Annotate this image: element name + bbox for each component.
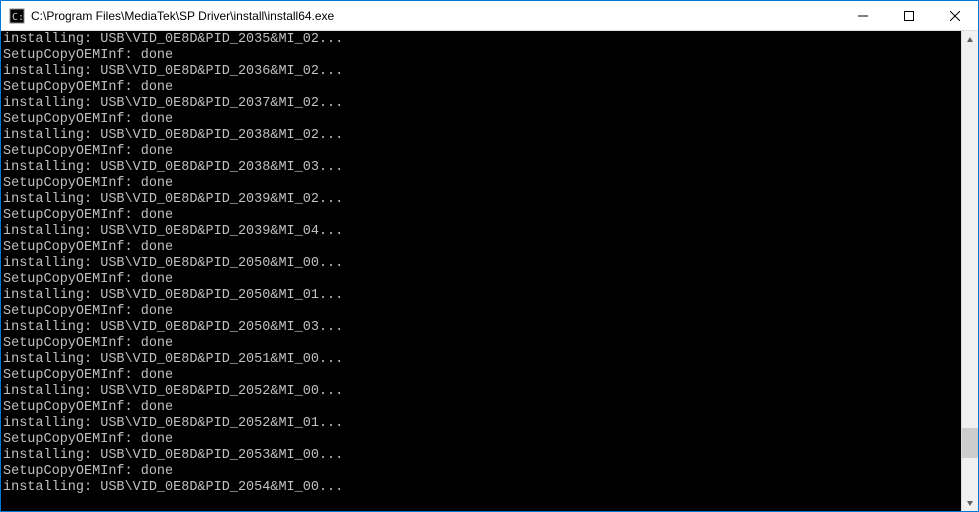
scroll-thumb[interactable] (962, 428, 978, 458)
console-line: SetupCopyOEMInf: done (3, 272, 959, 288)
maximize-button[interactable] (886, 1, 932, 30)
console-line: installing: USB\VID_0E8D&PID_2050&MI_03.… (3, 320, 959, 336)
window-title: C:\Program Files\MediaTek\SP Driver\inst… (31, 9, 840, 23)
console-line: SetupCopyOEMInf: done (3, 368, 959, 384)
console-line: installing: USB\VID_0E8D&PID_2054&MI_00.… (3, 480, 959, 496)
console-line: SetupCopyOEMInf: done (3, 336, 959, 352)
scroll-down-arrow-icon[interactable] (962, 494, 978, 511)
console-line: installing: USB\VID_0E8D&PID_2039&MI_04.… (3, 224, 959, 240)
window-titlebar: C: C:\Program Files\MediaTek\SP Driver\i… (1, 1, 978, 31)
console-line: installing: USB\VID_0E8D&PID_2052&MI_01.… (3, 416, 959, 432)
console-line: installing: USB\VID_0E8D&PID_2051&MI_00.… (3, 352, 959, 368)
console-line: SetupCopyOEMInf: done (3, 208, 959, 224)
console-line: installing: USB\VID_0E8D&PID_2050&MI_01.… (3, 288, 959, 304)
console-line: installing: USB\VID_0E8D&PID_2036&MI_02.… (3, 64, 959, 80)
console-line: SetupCopyOEMInf: done (3, 144, 959, 160)
console-line: SetupCopyOEMInf: done (3, 48, 959, 64)
console-line: installing: USB\VID_0E8D&PID_2038&MI_03.… (3, 160, 959, 176)
close-button[interactable] (932, 1, 978, 30)
console-line: SetupCopyOEMInf: done (3, 304, 959, 320)
console-line: SetupCopyOEMInf: done (3, 240, 959, 256)
console-line: installing: USB\VID_0E8D&PID_2052&MI_00.… (3, 384, 959, 400)
console-line: SetupCopyOEMInf: done (3, 176, 959, 192)
console-line: installing: USB\VID_0E8D&PID_2037&MI_02.… (3, 96, 959, 112)
vertical-scrollbar[interactable] (961, 31, 978, 511)
scroll-up-arrow-icon[interactable] (962, 31, 978, 48)
console-area: installing: USB\VID_0E8D&PID_2035&MI_02.… (1, 31, 978, 511)
window-controls (840, 1, 978, 30)
console-line: SetupCopyOEMInf: done (3, 464, 959, 480)
scroll-track[interactable] (962, 48, 978, 494)
console-line: installing: USB\VID_0E8D&PID_2038&MI_02.… (3, 128, 959, 144)
console-line: installing: USB\VID_0E8D&PID_2053&MI_00.… (3, 448, 959, 464)
console-line: SetupCopyOEMInf: done (3, 400, 959, 416)
console-line: installing: USB\VID_0E8D&PID_2035&MI_02.… (3, 32, 959, 48)
console-line: installing: USB\VID_0E8D&PID_2039&MI_02.… (3, 192, 959, 208)
console-output[interactable]: installing: USB\VID_0E8D&PID_2035&MI_02.… (1, 31, 961, 511)
minimize-button[interactable] (840, 1, 886, 30)
console-line: SetupCopyOEMInf: done (3, 112, 959, 128)
console-line: SetupCopyOEMInf: done (3, 80, 959, 96)
console-line: SetupCopyOEMInf: done (3, 432, 959, 448)
svg-text:C:: C: (12, 12, 24, 23)
console-line: installing: USB\VID_0E8D&PID_2050&MI_00.… (3, 256, 959, 272)
app-icon: C: (9, 8, 25, 24)
